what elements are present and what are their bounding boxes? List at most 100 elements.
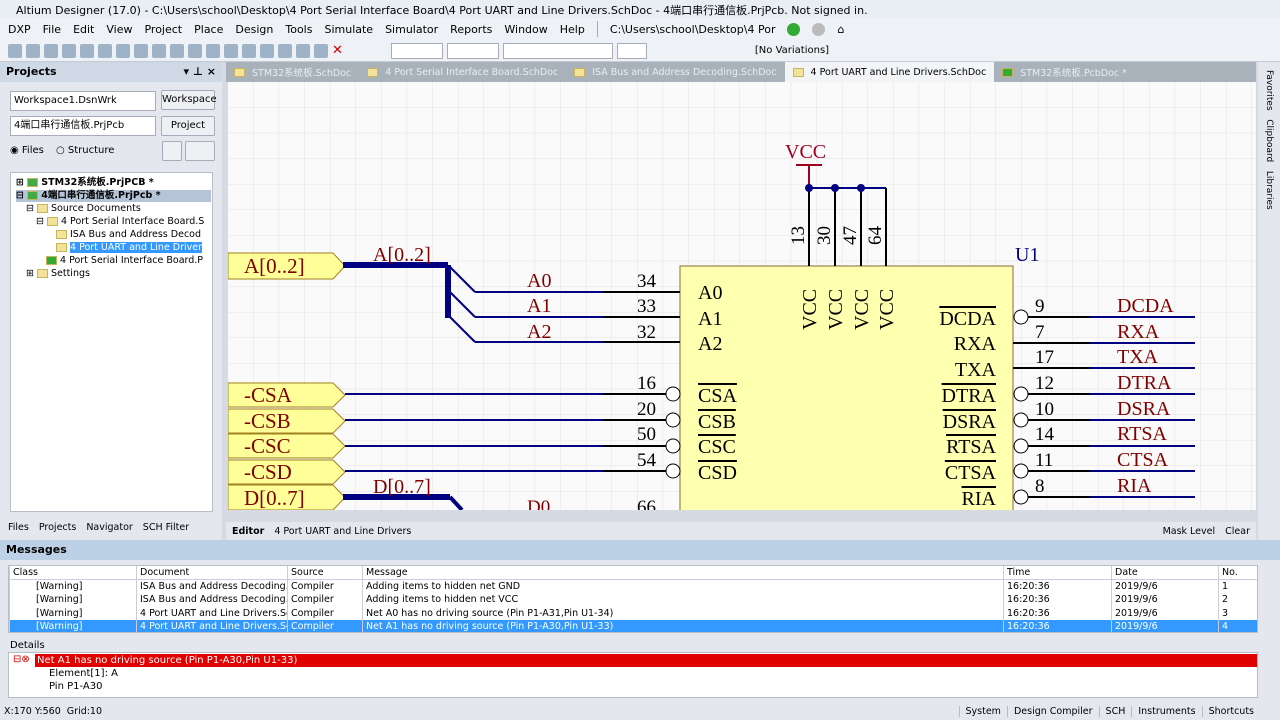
status-design-compiler[interactable]: Design Compiler [1006,705,1099,717]
menu-window[interactable]: Window [504,23,547,36]
tab-serial-board[interactable]: 4 Port Serial Interface Board.SchDoc [359,62,566,82]
tree-item[interactable]: ISA Bus and Address Decod [56,229,201,241]
tab-stm32-schdoc[interactable]: STM32系统板.SchDoc [226,62,359,82]
files-radio[interactable]: ◉ Files [10,145,44,156]
back-icon[interactable] [787,22,801,36]
home-icon[interactable]: ⌂ [837,23,844,36]
bus-icon[interactable] [206,43,220,58]
pcbdoc-icon [46,256,57,265]
open-project-icon[interactable] [185,141,215,161]
message-cell: [Warning] [9,620,137,632]
col-time[interactable]: Time [1003,566,1112,580]
pin-name: CSC [698,436,736,458]
tab-uart[interactable]: 4 Port UART and Line Drivers.SchDoc [784,62,995,82]
pin-number: 50 [637,424,656,445]
net-label: A2 [527,321,551,343]
col-document[interactable]: Document [136,566,288,580]
project-button[interactable]: Project [161,116,215,136]
menu-edit[interactable]: Edit [73,23,94,36]
status-shortcuts[interactable]: Shortcuts [1201,705,1260,717]
schdoc-icon [792,67,804,77]
paste-icon[interactable] [134,43,148,58]
panel-close-icon[interactable]: ▾ ⊥ × [184,65,216,79]
col-source[interactable]: Source [287,566,363,580]
redo-icon[interactable] [170,43,184,58]
menu-design[interactable]: Design [235,23,273,36]
menu-simulator[interactable]: Simulator [385,23,438,36]
forward-icon[interactable] [812,22,826,36]
cut-icon[interactable] [98,43,112,58]
combo-4[interactable] [616,42,647,59]
combo-1[interactable] [390,42,443,59]
tree-item[interactable]: 4 Port UART and Line Driver [56,242,203,254]
detail-error[interactable]: Net A1 has no driving source (Pin P1-A30… [35,654,1257,667]
port-icon[interactable] [314,43,328,58]
detail-item[interactable]: Pin P1-A30 [49,680,1257,693]
save-icon[interactable] [44,43,58,58]
clear-button[interactable]: Clear [1225,526,1250,537]
tab-isa-bus[interactable]: ISA Bus and Address Decoding.SchDoc [566,62,784,82]
clipboard-tab[interactable]: Clipboard [1264,119,1274,162]
gnd-icon[interactable] [242,43,256,58]
undo-icon[interactable] [152,43,166,58]
menu-simulate[interactable]: Simulate [324,23,373,36]
panel-tab-sch-filter[interactable]: SCH Filter [143,522,189,538]
print-icon[interactable] [62,43,76,58]
pin-number: 12 [1035,373,1054,394]
combo-2[interactable] [446,42,499,59]
col-date[interactable]: Date [1111,566,1219,580]
status-sch[interactable]: SCH [1098,705,1132,717]
message-row[interactable]: [Warning]ISA Bus and Address Decoding.Sc… [9,593,1257,607]
part-icon[interactable] [278,43,292,58]
path-box[interactable]: C:\Users\school\Desktop\4 Por [610,23,776,36]
menu-help[interactable]: Help [560,23,585,36]
favorites-tab[interactable]: Favorites [1264,70,1274,111]
message-row[interactable]: [Warning] 4 Port UART and Line Drivers.S c… [9,606,1257,620]
libraries-tab[interactable]: Libraries [1264,171,1274,210]
detail-item[interactable]: Element[1]: A [49,667,1257,680]
vcc-icon[interactable] [260,43,274,58]
menu-file[interactable]: File [43,23,61,36]
mask-level-button[interactable]: Mask Level [1163,526,1216,537]
tree-item[interactable]: ⊟ 4端口串行通信板.PrjPcb * [16,190,211,202]
status-instruments[interactable]: Instruments [1131,705,1201,717]
workspace-select[interactable]: Workspace1.DsnWrk [10,91,156,111]
menu-tools[interactable]: Tools [285,23,312,36]
col-class[interactable]: Class [9,566,137,580]
tree-item[interactable]: ⊞ Settings [26,268,90,280]
schematic-canvas[interactable]: A[0..2] -CSA -CSB -CSC -CSD D[0..7] A[0.… [228,82,1256,510]
tab-stm32-pcbdoc[interactable]: STM32系统板.PcbDoc * [994,62,1135,82]
menu-dxp[interactable]: DXP [8,23,31,36]
col-no[interactable]: No. [1218,566,1257,580]
workspace-button[interactable]: Workspace [161,90,217,110]
menu-project[interactable]: Project [144,23,182,36]
menu-view[interactable]: View [106,23,132,36]
net-label-icon[interactable] [224,43,238,58]
copy-icon[interactable] [116,43,130,58]
panel-tab-navigator[interactable]: Navigator [86,522,132,538]
combo-3[interactable] [502,42,613,59]
project-field[interactable]: 4端口串行通信板.PrjPcb [10,116,156,136]
refresh-icon[interactable] [162,141,182,161]
menu-place[interactable]: Place [194,23,223,36]
structure-radio[interactable]: ○ Structure [56,145,114,156]
status-system[interactable]: System [958,705,1007,717]
new-icon[interactable] [8,43,22,58]
tree-item[interactable]: ⊟ 4 Port Serial Interface Board.S [36,216,204,228]
col-message[interactable]: Message [362,566,1004,580]
pin-name: DTRA [942,385,997,407]
wire-icon[interactable] [188,43,202,58]
variations-select[interactable]: [No Variations] [755,45,829,56]
panel-tab-projects[interactable]: Projects [39,522,76,538]
no-erc-icon[interactable]: ✕ [332,43,343,58]
tree-item[interactable]: 4 Port Serial Interface Board.P [46,255,203,267]
message-row[interactable]: [Warning]ISA Bus and Address Decoding.Sc… [9,579,1257,593]
sheet-icon[interactable] [296,43,310,58]
zoom-icon[interactable] [80,43,94,58]
open-icon[interactable] [26,43,40,58]
panel-tab-files[interactable]: Files [8,522,29,538]
tree-item[interactable]: ⊞ STM32系统板.PrjPCB * [16,177,154,189]
message-row[interactable]: [Warning] 4 Port UART and Line Drivers.S c… [9,620,1257,632]
tree-item[interactable]: ⊟ Source Documents [26,203,141,215]
menu-reports[interactable]: Reports [450,23,492,36]
